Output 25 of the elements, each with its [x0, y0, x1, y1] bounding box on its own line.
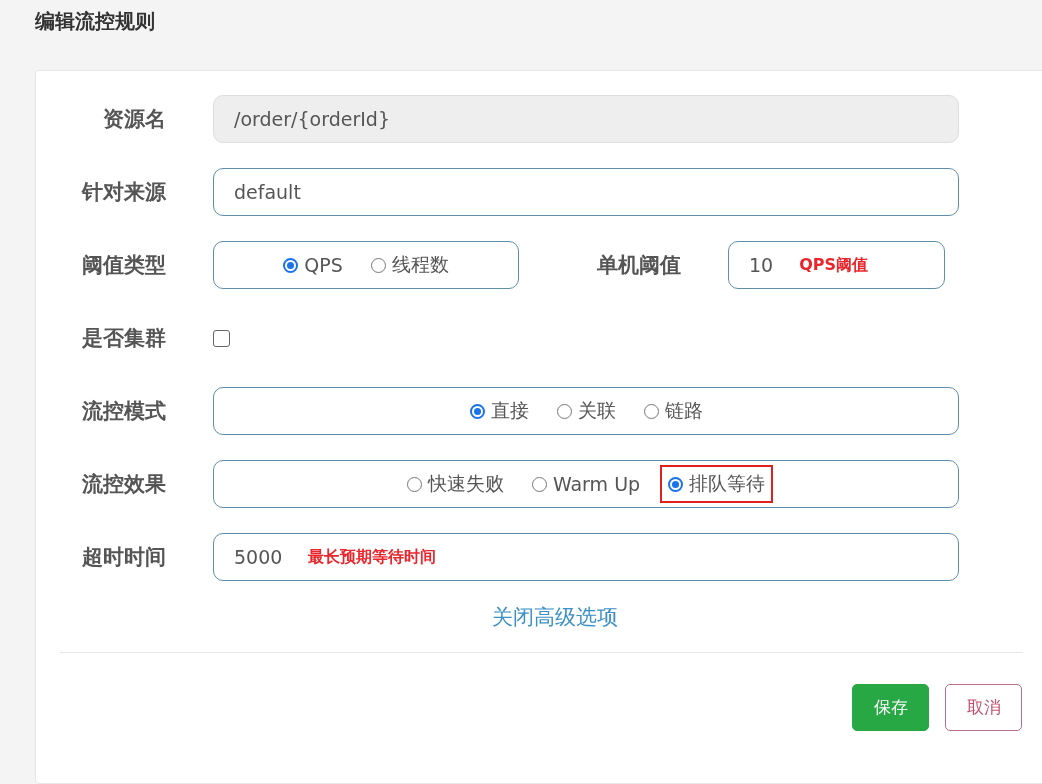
- cancel-button[interactable]: 取消: [945, 684, 1022, 731]
- field-label: 针对来源: [80, 179, 166, 206]
- threshold-field[interactable]: 10 QPS阈值: [728, 241, 945, 289]
- field-label: 单机阈值: [597, 252, 681, 279]
- radio-option[interactable]: 直接: [461, 392, 537, 430]
- radio-option[interactable]: 快速失败: [398, 465, 512, 503]
- checkbox[interactable]: [213, 329, 230, 347]
- radio-option[interactable]: 排队等待: [660, 465, 774, 503]
- field-label: 资源名: [102, 106, 166, 133]
- field-label: 超时时间: [81, 544, 166, 571]
- text-field[interactable]: 5000 最长预期等待时间: [213, 533, 959, 581]
- radio-option[interactable]: Warm Up: [523, 467, 649, 501]
- annotation-text: QPS阈值: [799, 254, 869, 276]
- dialog-title: 编辑流控规则: [35, 8, 155, 35]
- field-label: 是否集群: [81, 325, 166, 352]
- field-label: 流控模式: [81, 398, 166, 425]
- text-field[interactable]: default: [213, 168, 959, 216]
- radio-option[interactable]: 线程数: [362, 246, 457, 284]
- radio-option[interactable]: 关联: [548, 392, 624, 430]
- radio-option[interactable]: 链路: [635, 392, 711, 430]
- field-label: 流控效果: [81, 471, 166, 498]
- field-label: 阈值类型: [81, 252, 166, 279]
- annotation-text: 最长预期等待时间: [308, 546, 437, 568]
- radio-option[interactable]: QPS: [275, 248, 351, 282]
- toggle-advanced-link[interactable]: 关闭高级选项: [492, 605, 618, 629]
